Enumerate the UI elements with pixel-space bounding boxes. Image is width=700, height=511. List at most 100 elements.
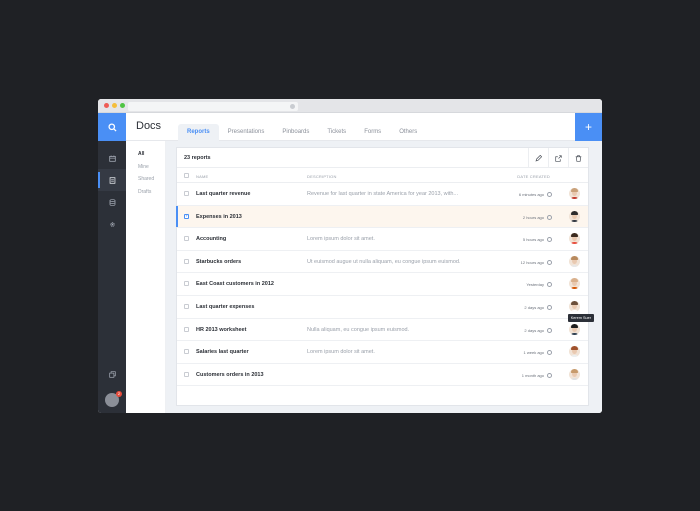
avatar-shirt <box>570 264 579 267</box>
tab-presentations[interactable]: Presentations <box>219 124 274 141</box>
tab-reports[interactable]: Reports <box>178 124 219 141</box>
row-name[interactable]: Expenses in 2013 <box>196 214 242 220</box>
filter-mine[interactable]: Mine <box>126 161 165 174</box>
row-date: 6 minutes ago <box>518 192 544 197</box>
user-avatar[interactable]: 2 <box>105 391 122 407</box>
tab-pinboards[interactable]: Pinboards <box>273 124 318 141</box>
avatar-shirt <box>570 377 579 380</box>
row-name[interactable]: East Coast customers in 2012 <box>196 281 274 287</box>
avatar-hair <box>571 368 578 373</box>
row-checkbox[interactable] <box>184 371 189 377</box>
owner-avatar[interactable] <box>569 255 580 267</box>
table-row[interactable]: Salaries last quarter Lorem ipsum dolor s… <box>177 341 588 364</box>
avatar-hair <box>571 210 578 215</box>
avatar-tooltip: Kerem Suer <box>567 313 594 322</box>
row-name[interactable]: HR 2013 worksheet <box>196 327 246 333</box>
address-bar[interactable] <box>128 102 298 111</box>
row-name[interactable]: Salaries last quarter <box>196 349 249 355</box>
delete-button[interactable] <box>568 148 588 168</box>
row-name[interactable]: Starbucks orders <box>196 259 241 265</box>
top-bar: Docs Reports Presentations Pinboards Tic… <box>126 113 602 141</box>
table-row[interactable]: East Coast customers in 2012 Yesterday <box>177 273 588 296</box>
owner-avatar[interactable] <box>569 346 580 358</box>
avatar-shirt <box>570 219 579 222</box>
rail-item-database[interactable] <box>98 191 126 213</box>
reports-table: 23 reports NAME DESCRIPTION DATE CREATED… <box>176 147 594 406</box>
column-description[interactable]: DESCRIPTION <box>307 174 337 179</box>
rail-item-calendar[interactable] <box>98 147 126 169</box>
table-row[interactable]: Last quarter revenue Revenue for last qua… <box>177 183 588 206</box>
column-date-created[interactable]: DATE CREATED <box>517 174 550 179</box>
avatar-hair <box>571 188 578 192</box>
row-name[interactable]: Accounting <box>196 236 226 242</box>
row-checkbox[interactable] <box>184 349 189 355</box>
clock-icon <box>547 327 552 333</box>
owner-avatar[interactable] <box>569 300 580 312</box>
minimize-window-button[interactable] <box>112 103 117 108</box>
rail-item-pages[interactable] <box>98 363 126 385</box>
owner-avatar[interactable] <box>569 323 580 335</box>
table-row[interactable]: Accounting Lorem ipsum dolor sit amet. 5 h… <box>177 228 588 251</box>
search-button[interactable] <box>98 113 126 141</box>
tab-tickets[interactable]: Tickets <box>318 124 355 141</box>
avatar-hair <box>571 346 578 351</box>
avatar-hair <box>571 300 578 305</box>
filter-shared[interactable]: Shared <box>126 173 165 186</box>
row-name[interactable]: Last quarter expenses <box>196 304 254 310</box>
tab-others[interactable]: Others <box>390 124 426 141</box>
clock-icon <box>547 237 552 243</box>
avatar-hair <box>571 233 578 238</box>
clock-icon <box>547 304 552 310</box>
row-checkbox[interactable] <box>184 303 189 309</box>
delete-icon <box>575 154 582 162</box>
edit-button[interactable] <box>528 148 548 168</box>
document-icon <box>109 176 115 184</box>
clock-icon <box>547 259 552 265</box>
maximize-window-button[interactable] <box>120 103 125 108</box>
row-description: Nulla aliquam, eu congue ipsum euismod. <box>307 326 410 333</box>
clock-icon <box>547 214 552 220</box>
table-row[interactable]: Customers orders in 2013 1 month ago <box>177 364 588 387</box>
owner-avatar[interactable] <box>569 278 580 290</box>
close-window-button[interactable] <box>104 103 109 108</box>
owner-avatar[interactable] <box>569 188 580 199</box>
column-name[interactable]: NAME <box>196 174 208 179</box>
rail-item-settings[interactable] <box>98 213 126 235</box>
page-title: Docs <box>136 120 162 132</box>
avatar-shirt <box>570 355 579 358</box>
row-description: Lorem ipsum dolor sit amet. <box>307 349 375 356</box>
avatar-shirt <box>570 332 579 335</box>
table-row[interactable]: Last quarter expenses 2 days ago Kerem Sue… <box>177 296 594 322</box>
filter-drafts[interactable]: Drafts <box>126 186 165 199</box>
row-checkbox[interactable] <box>184 236 189 242</box>
gear-icon <box>109 221 115 227</box>
row-checkbox[interactable] <box>184 326 189 332</box>
row-checkbox[interactable] <box>184 213 189 219</box>
table-row[interactable]: Starbucks orders Ut euismod augue ut null… <box>177 251 588 274</box>
row-checkbox[interactable] <box>184 191 189 196</box>
owner-avatar[interactable] <box>569 210 580 222</box>
row-checkbox[interactable] <box>184 258 189 264</box>
table-header-bar: 23 reports <box>177 148 588 168</box>
browser-chrome <box>98 99 602 113</box>
table-row[interactable]: Expenses in 2013 2 hours ago <box>176 205 588 229</box>
row-name[interactable]: Customers orders in 2013 <box>196 372 264 378</box>
avatar-hair <box>571 255 578 260</box>
notification-badge: 2 <box>116 391 122 397</box>
clock-icon <box>547 282 552 288</box>
owner-avatar[interactable] <box>569 368 580 380</box>
avatar-hair <box>571 323 578 328</box>
filter-all[interactable]: All <box>126 148 165 161</box>
edit-icon <box>535 154 542 162</box>
row-description: Ut euismod augue ut nulla aliquam, eu co… <box>307 258 461 265</box>
owner-avatar[interactable] <box>569 233 580 245</box>
tab-forms[interactable]: Forms <box>355 124 390 141</box>
row-name[interactable]: Last quarter revenue <box>196 191 250 197</box>
table-row[interactable]: HR 2013 worksheet Nulla aliquam, eu congu… <box>177 319 588 342</box>
rail-item-docs[interactable] <box>98 169 126 191</box>
add-button[interactable]: + <box>575 113 602 141</box>
share-button[interactable] <box>548 148 568 168</box>
select-all-checkbox[interactable] <box>184 173 189 178</box>
row-checkbox[interactable] <box>184 281 189 287</box>
tab-bar: Reports Presentations Pinboards Tickets … <box>178 124 426 141</box>
